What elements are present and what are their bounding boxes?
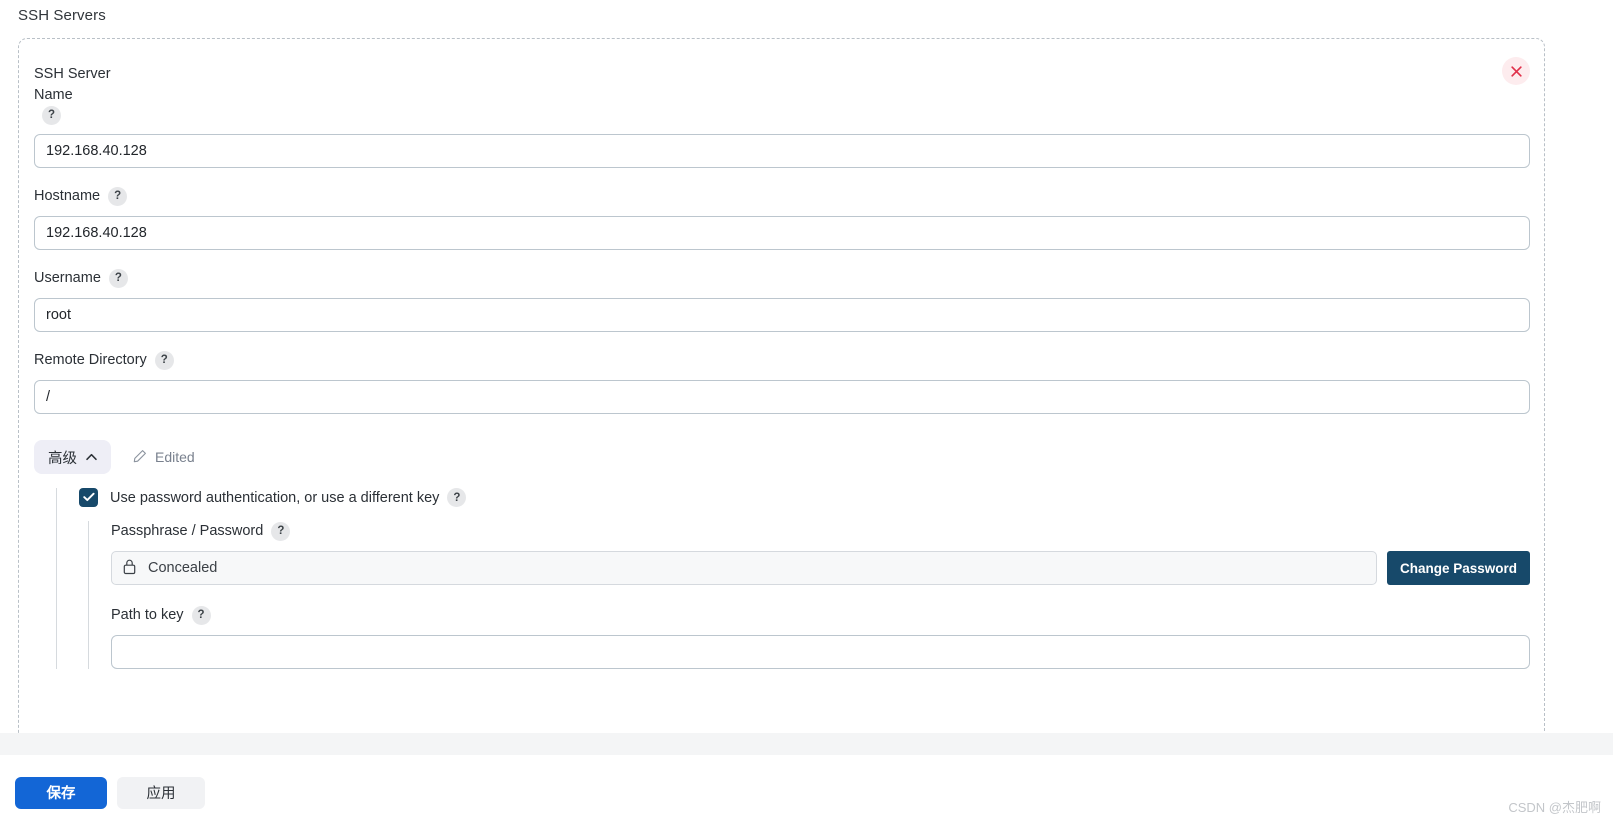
change-password-button[interactable]: Change Password: [1386, 551, 1530, 585]
check-icon: [82, 489, 95, 507]
pencil-icon: [133, 449, 147, 466]
field-label-path-to-key: Path to key ?: [111, 605, 1530, 626]
label-text: Path to key: [111, 607, 184, 623]
label-text: Remote Directory: [34, 352, 147, 368]
watermark: CSDN @杰肥啊: [1508, 800, 1601, 815]
label-text: Use password authentication, or use a di…: [110, 489, 440, 506]
remote-directory-input[interactable]: [34, 380, 1530, 414]
edited-label: Edited: [155, 449, 195, 465]
label-text: Username: [34, 270, 101, 286]
field-hostname: Hostname ?: [34, 186, 1530, 250]
label-text: SSH Server Name: [34, 66, 111, 103]
field-remote-directory: Remote Directory ?: [34, 350, 1530, 414]
password-auth-checkbox-row[interactable]: Use password authentication, or use a di…: [79, 488, 1530, 507]
field-label-passphrase-password: Passphrase / Password ?: [111, 521, 1530, 542]
path-to-key-input[interactable]: [111, 635, 1530, 669]
field-label-hostname: Hostname ?: [34, 186, 1530, 207]
advanced-section-body: Use password authentication, or use a di…: [56, 488, 1530, 669]
lock-icon: [122, 558, 137, 579]
help-icon[interactable]: ?: [42, 106, 61, 125]
help-icon[interactable]: ?: [154, 351, 174, 370]
page-title: SSH Servers: [18, 7, 106, 24]
settings-scroll-area[interactable]: SSH Server Name ? Hostname ? U: [0, 33, 1613, 755]
fields-container: SSH Server Name ? Hostname ? U: [34, 64, 1530, 687]
footer-action-bar: 保存 应用: [0, 755, 1613, 830]
password-auth-subsection: Passphrase / Password ? Concealed Change…: [88, 521, 1530, 669]
password-auth-checkbox-label: Use password authentication, or use a di…: [110, 488, 467, 507]
ssh-server-group-card: SSH Server Name ? Hostname ? U: [18, 38, 1545, 755]
scroll-area-footer-strip: [0, 733, 1613, 755]
username-input[interactable]: [34, 298, 1530, 332]
help-icon[interactable]: ?: [191, 606, 211, 625]
field-username: Username ?: [34, 268, 1530, 332]
password-value: Concealed: [148, 560, 218, 576]
password-row: Concealed Change Password: [111, 551, 1530, 585]
advanced-toggle-label: 高级: [48, 450, 77, 467]
save-button[interactable]: 保存: [15, 776, 107, 809]
help-icon[interactable]: ?: [271, 522, 291, 541]
label-text: Passphrase / Password: [111, 523, 264, 539]
chevron-up-icon: [86, 449, 97, 465]
field-label-username: Username ?: [34, 268, 1530, 289]
password-auth-checkbox[interactable]: [79, 488, 98, 507]
apply-button[interactable]: 应用: [117, 776, 205, 809]
hostname-input[interactable]: [34, 216, 1530, 250]
field-ssh-server-name: SSH Server Name ?: [34, 64, 1530, 168]
advanced-toggle-row: 高级 Edited: [34, 440, 1530, 474]
field-passphrase-password: Passphrase / Password ? Concealed Change…: [111, 521, 1530, 585]
advanced-toggle-button[interactable]: 高级: [34, 440, 111, 474]
help-icon[interactable]: ?: [108, 187, 128, 206]
field-path-to-key: Path to key ?: [111, 605, 1530, 669]
help-icon[interactable]: ?: [447, 488, 467, 507]
ssh-servers-settings-page: SSH Servers SSH Server Name ? 192.168.40…: [0, 0, 1613, 830]
ssh-server-name-input[interactable]: [34, 134, 1530, 168]
password-display-field: Concealed: [111, 551, 1377, 585]
edited-indicator: Edited: [133, 449, 195, 466]
field-label-remote-directory: Remote Directory ?: [34, 350, 1530, 371]
label-text: Hostname: [34, 188, 101, 204]
field-label-ssh-server-name: SSH Server Name ?: [34, 64, 130, 125]
help-icon[interactable]: ?: [108, 269, 128, 288]
